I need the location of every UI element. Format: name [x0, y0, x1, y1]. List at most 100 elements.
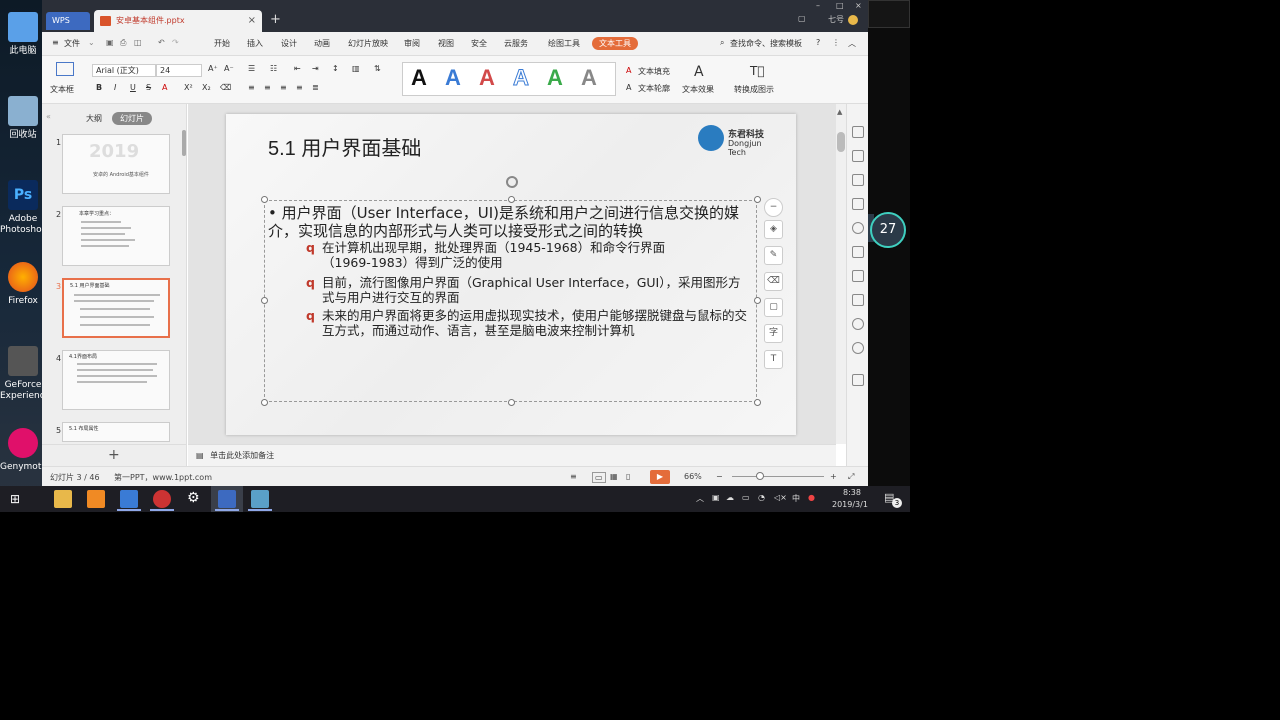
slide-thumb-2[interactable]: 本章学习重点： — [62, 206, 170, 266]
rotate-handle[interactable] — [506, 176, 518, 188]
preview-icon[interactable]: ◫ — [134, 38, 142, 47]
resize-handle[interactable] — [261, 196, 268, 203]
text-style-green[interactable]: A — [547, 65, 563, 91]
slide-thumb-5[interactable]: 5.1 布局属性 — [62, 422, 170, 442]
sidebar-settings-icon[interactable] — [852, 198, 864, 210]
command-search[interactable]: 查找命令、搜索模板 — [730, 38, 802, 49]
text-style-gray[interactable]: A — [581, 65, 597, 91]
main-bullet[interactable]: • 用户界面（User Interface，UI)是系统和用户之间进行信息交换的… — [268, 204, 748, 240]
menu-design[interactable]: 设计 — [281, 38, 297, 49]
file-explorer-icon[interactable] — [54, 490, 72, 508]
text-effect-label[interactable]: 文本效果 — [682, 84, 714, 95]
slide-thumb-3[interactable]: 5.1 用户界面基础 — [62, 278, 170, 338]
tab-slides[interactable]: 幻灯片 — [112, 112, 152, 125]
maximize-icon[interactable]: □ — [836, 1, 844, 10]
sidebar-star-icon[interactable] — [852, 126, 864, 138]
text-style-black[interactable]: A — [411, 65, 427, 91]
save-icon[interactable]: ▣ — [106, 38, 114, 47]
menu-drawing-tools[interactable]: 绘图工具 — [548, 38, 580, 49]
slide-thumb-4[interactable]: 4.1界面布局 — [62, 350, 170, 410]
tray-app-icon[interactable]: ▣ — [712, 493, 720, 502]
search-icon[interactable]: ⌕ — [720, 38, 724, 48]
wps-taskbar-icon[interactable] — [218, 490, 236, 508]
app-icon-2[interactable] — [120, 490, 138, 508]
increase-indent-icon[interactable]: ⇥ — [312, 64, 319, 73]
text-outline-label[interactable]: 文本轮廓 — [638, 83, 670, 94]
align-right-icon[interactable]: ≡ — [280, 83, 287, 92]
desktop-icon-genymotion[interactable]: Genymotion — [0, 428, 55, 473]
bullets-icon[interactable]: ☰ — [248, 64, 255, 73]
resize-handle[interactable] — [508, 196, 515, 203]
sidebar-help-icon[interactable] — [852, 342, 864, 354]
align-left-icon[interactable]: ≡ — [248, 83, 255, 92]
text-direction-icon[interactable]: ⇅ — [374, 64, 381, 73]
text-outline-icon[interactable]: A — [626, 83, 631, 92]
text-style-outline[interactable]: A — [513, 65, 530, 91]
notes-area[interactable]: ▤ 单击此处添加备注 — [188, 444, 836, 466]
antivirus-icon[interactable]: ● — [808, 493, 815, 502]
text-style-red[interactable]: A — [479, 65, 495, 91]
zoom-in-icon[interactable]: + — [830, 472, 837, 481]
normal-view-icon[interactable]: ▭ — [592, 472, 606, 483]
more-icon[interactable]: ⋮ — [832, 38, 840, 47]
app-icon-3[interactable] — [153, 490, 171, 508]
app-icon-4[interactable] — [251, 490, 269, 508]
textbox-icon[interactable] — [56, 62, 74, 76]
frame-icon[interactable]: ▢ — [764, 298, 783, 317]
desktop-icon-firefox[interactable]: Firefox — [0, 262, 46, 307]
menu-insert[interactable]: 插入 — [247, 38, 263, 49]
menu-cloud[interactable]: 云服务 — [504, 38, 528, 49]
text-fill-icon[interactable]: A — [626, 66, 631, 75]
vertical-scrollbar[interactable]: ▲ — [836, 104, 846, 444]
text-style-gallery[interactable]: A A A A A A — [402, 62, 616, 96]
superscript-icon[interactable]: X² — [184, 83, 193, 92]
play-slideshow-button[interactable]: ▶ — [650, 470, 670, 484]
window-layout-icon[interactable]: ▢ — [798, 14, 806, 23]
desktop-icon-recycle-bin[interactable]: 回收站 — [0, 96, 46, 141]
tab-outline[interactable]: 大纲 — [78, 112, 110, 125]
sub-bullet-2[interactable]: q 目前，流行图像用户界面（Graphical User Interface，G… — [306, 275, 752, 305]
collapse-panel-icon[interactable]: « — [46, 112, 51, 121]
slide-thumb-1[interactable]: 2019 安卓的 Android基本组件 — [62, 134, 170, 194]
ime-indicator[interactable]: 中 — [792, 493, 800, 504]
resize-handle[interactable] — [508, 399, 515, 406]
sidebar-color-icon[interactable] — [852, 222, 864, 234]
text-effect-icon[interactable]: A — [694, 64, 704, 80]
cloud-icon[interactable]: ☁ — [726, 493, 734, 502]
resize-handle[interactable] — [754, 196, 761, 203]
new-tab-button[interactable]: + — [270, 12, 281, 27]
sidebar-history-icon[interactable] — [852, 318, 864, 330]
menu-text-tools[interactable]: 文本工具 — [592, 37, 638, 50]
subscript-icon[interactable]: X₂ — [202, 83, 211, 92]
settings-gear-icon[interactable]: ⚙ — [187, 490, 200, 506]
hamburger-icon[interactable]: ≡ — [52, 38, 59, 47]
close-window-icon[interactable]: × — [855, 1, 862, 10]
menu-security[interactable]: 安全 — [471, 38, 487, 49]
numbering-icon[interactable]: ☷ — [270, 64, 277, 73]
pen-icon[interactable]: ✎ — [764, 246, 783, 265]
battery-icon[interactable]: ▭ — [742, 493, 750, 502]
zoom-level[interactable]: 66% — [684, 472, 702, 481]
document-tab[interactable]: 安卓基本组件.pptx × — [94, 10, 262, 32]
app-icon-1[interactable] — [87, 490, 105, 508]
undo-icon[interactable]: ↶ — [158, 38, 165, 47]
font-size-select[interactable]: 24 — [156, 64, 202, 77]
tray-expand-icon[interactable]: ︿ — [696, 493, 704, 504]
menu-home[interactable]: 开始 — [214, 38, 230, 49]
resize-handle[interactable] — [261, 297, 268, 304]
bold-icon[interactable]: B — [96, 83, 102, 92]
sidebar-favorite-icon[interactable] — [852, 246, 864, 258]
font-color-icon[interactable]: A — [162, 83, 167, 92]
desktop-icon-this-pc[interactable]: 此电脑 — [0, 12, 46, 57]
sidebar-grid-icon[interactable] — [852, 374, 864, 386]
slide-title[interactable]: 5.1 用户界面基础 — [268, 132, 421, 161]
text-icon[interactable]: 字 — [764, 324, 783, 343]
clock-date[interactable]: 2019/3/1 — [832, 500, 868, 509]
volume-icon[interactable]: ◁× — [774, 493, 787, 502]
convert-smartart-label[interactable]: 转换成图示 — [734, 84, 774, 95]
menu-animation[interactable]: 动画 — [314, 38, 330, 49]
add-slide-button[interactable]: + — [108, 447, 120, 463]
fit-window-icon[interactable]: ⤢ — [848, 472, 854, 482]
layers-icon[interactable]: ◈ — [764, 220, 783, 239]
wifi-icon[interactable]: ◔ — [758, 493, 765, 502]
